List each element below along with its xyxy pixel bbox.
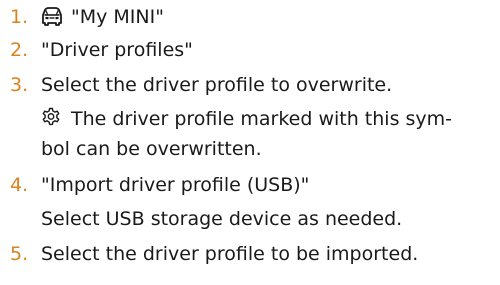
car-icon (41, 7, 63, 33)
step-number: 2. (10, 39, 29, 61)
step-label: "My MINI" (71, 6, 164, 28)
gear-note: The driver profile marked with this sym- (41, 106, 452, 135)
step-number: 1. (10, 6, 29, 28)
step-number: 4. (10, 174, 29, 196)
gear-icon (41, 107, 61, 135)
gear-note-continued: bol can be overwritten. (41, 136, 262, 163)
usb-note: Select USB storage device as needed. (41, 206, 402, 233)
step-number: 5. (10, 243, 29, 265)
usb-note-text: Select USB storage device as needed. (41, 208, 403, 230)
step-number: 3. (10, 74, 29, 96)
step-label: "Driver profiles" (41, 39, 193, 61)
step-label: "Import driver profile (USB)" (41, 174, 310, 196)
step-label: Select the driver profile to overwrite. (41, 74, 393, 96)
gear-note-line1: The driver profile marked with this sym- (71, 108, 453, 130)
gear-note-line2: bol can be overwritten. (41, 138, 262, 160)
step-text: "My MINI" (41, 4, 164, 33)
step-label: Select the driver profile to be imported… (41, 243, 419, 265)
